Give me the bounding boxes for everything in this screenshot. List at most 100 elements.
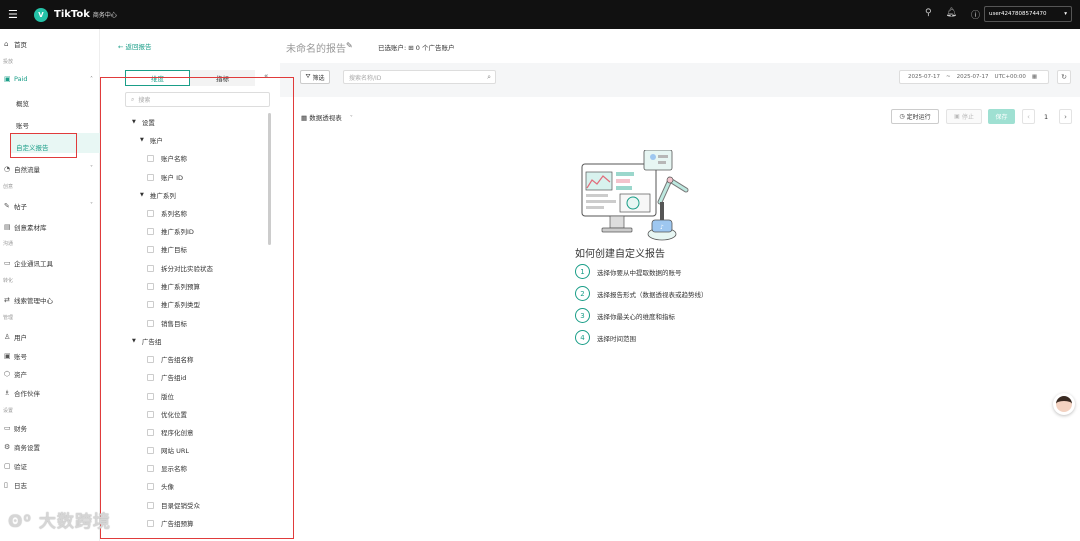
date-start: 2025-07-17	[908, 74, 940, 80]
back-to-reports-link[interactable]: ← 返回报告	[118, 41, 152, 51]
sidebar-item-finance[interactable]: ▭ 财务	[4, 423, 27, 433]
partner-icon: ♗	[4, 389, 11, 397]
brush-icon: ✎	[4, 202, 10, 210]
sidebar-item-overview[interactable]: 概览	[16, 98, 29, 108]
sidebar-item-business-settings[interactable]: ⚙ 商务设置	[4, 442, 40, 452]
svg-text:♪: ♪	[660, 224, 664, 231]
howto-title: 如何创建自定义报告	[575, 249, 665, 260]
sidebar-item-label: 首页	[14, 41, 27, 49]
sidebar-item-label: 资产	[14, 371, 27, 379]
report-title[interactable]: 未命名的报告	[286, 40, 346, 55]
chevron-left-icon: ‹	[1027, 112, 1030, 121]
date-end: 2025-07-17	[956, 74, 989, 80]
edit-icon[interactable]: ✎	[346, 41, 353, 50]
users-icon: ♙	[4, 333, 11, 341]
filter-label: 筛选	[312, 74, 325, 82]
sidebar-item-home[interactable]: ⌂ 首页	[4, 39, 27, 49]
sidebar-item-assets[interactable]: ⬡ 资产	[4, 369, 27, 379]
home-icon: ⌂	[4, 40, 9, 48]
top-bar: ☰ V TikTok 商务中心 ⚲ 🔔︎ ⓘ user4247808574470…	[0, 0, 1080, 29]
search-icon: ⌕	[487, 73, 491, 81]
sidebar-item-label: 合作伙伴	[14, 390, 40, 398]
clock-icon: ◷	[899, 113, 905, 120]
chevron-down-icon[interactable]: ˅	[90, 202, 93, 209]
selected-accounts[interactable]: 已选账户: ⊞ 0 个广告账户	[378, 42, 454, 52]
report-type-select[interactable]: ▦ 数据透视表 ˅	[301, 112, 353, 122]
chat-icon: ▭	[4, 259, 11, 267]
brand-subtitle: 商务中心	[92, 12, 117, 19]
next-page-button[interactable]: ›	[1059, 109, 1072, 124]
user-menu[interactable]: user4247808574470 ▾	[984, 6, 1072, 22]
date-range-picker[interactable]: 2025-07-17 ~ 2025-07-17 UTC+00:00 ▦	[899, 70, 1049, 84]
sidebar-item-paid[interactable]: ▣ Paid	[4, 75, 28, 83]
highlight-box-dimension-panel	[100, 77, 294, 539]
account-icon: ▣	[4, 352, 11, 360]
sidebar-group-label: 管理	[3, 315, 14, 321]
report-type-label: 数据透视表	[309, 114, 342, 122]
chevron-down-icon: ˅	[349, 114, 353, 122]
sidebar-item-logs[interactable]: ▯ 日志	[4, 480, 27, 490]
gear-icon: ⚙	[4, 443, 11, 451]
document-icon: ▯	[4, 481, 8, 489]
menu-icon[interactable]: ☰	[8, 8, 26, 21]
sidebar-item-label: 账号	[14, 353, 27, 361]
scheduled-run-button[interactable]: ◷ 定时运行	[891, 109, 939, 124]
sidebar-item-users[interactable]: ♙ 用户	[4, 332, 27, 342]
sidebar-item-posts[interactable]: ✎ 帖子	[4, 201, 27, 211]
sidebar-item-partners[interactable]: ♗ 合作伙伴	[4, 388, 40, 398]
stop-icon: ▣	[954, 113, 960, 120]
sidebar-item-verify[interactable]: ▢ 验证	[4, 461, 27, 471]
user-name: user4247808574470	[989, 11, 1047, 17]
step-item: 4 选择时间范围	[575, 330, 636, 345]
sidebar-item-creative-library[interactable]: ▤ 创意素材库	[4, 222, 47, 232]
watermark: ʘ⁰ 大数跨境	[8, 507, 111, 532]
support-avatar[interactable]	[1053, 393, 1075, 415]
watermark-logo-icon: ʘ⁰	[8, 512, 39, 532]
sidebar-item-leads-center[interactable]: ⇄ 线索管理中心	[4, 295, 53, 305]
brand-name: TikTok	[54, 9, 90, 20]
watermark-text: 大数跨境	[38, 512, 111, 532]
sidebar-group-label: 设置	[3, 408, 14, 414]
sidebar-item-accounts[interactable]: ▣ 账号	[4, 351, 27, 361]
sidebar-item-label: 帖子	[14, 203, 27, 211]
step-text: 选择你要从中提取数据的账号	[597, 268, 682, 277]
sidebar-item-label: Paid	[14, 75, 28, 83]
sidebar-item-organic[interactable]: ◔ 自然流量	[4, 164, 40, 174]
bell-icon[interactable]: 🔔︎	[946, 8, 957, 21]
sidebar-group-label: 转化	[3, 278, 14, 284]
help-icon[interactable]: ⓘ	[971, 8, 980, 21]
step-item: 2 选择报告形式（数据透视表或趋势线）	[575, 286, 708, 301]
account-logo[interactable]: V	[34, 7, 48, 22]
chevron-down-icon[interactable]: ˅	[90, 165, 93, 172]
refresh-button[interactable]: ↻	[1057, 70, 1071, 84]
stop-button[interactable]: ▣ 停止	[946, 109, 982, 124]
page-number: 1	[1044, 113, 1049, 121]
step-text: 选择报告形式（数据透视表或趋势线）	[597, 290, 708, 299]
card-icon: ▭	[4, 424, 11, 432]
chevron-right-icon: ›	[1064, 112, 1067, 121]
date-separator: ~	[945, 74, 951, 80]
save-button[interactable]: 保存	[988, 109, 1015, 124]
calendar-icon: ▦	[1031, 74, 1038, 80]
cube-icon: ⬡	[4, 370, 11, 378]
back-label: 返回报告	[125, 43, 152, 51]
prev-page-button[interactable]: ‹	[1022, 109, 1035, 124]
sidebar: ⌂ 首页 投放 ▣ Paid ˄ 概览 账号 自定义报告 ◔ 自然流量 ˅ 创意 ✎ 帖…	[0, 29, 100, 541]
sidebar-item-label: 自然流量	[14, 166, 40, 174]
leads-icon: ⇄	[4, 296, 10, 304]
step-number: 2	[575, 286, 590, 301]
location-icon[interactable]: ⚲	[925, 8, 932, 21]
report-main: 未命名的报告 ✎ 已选账户: ⊞ 0 个广告账户 ⛛ 筛选 搜索名称/ID ⌕ 20…	[280, 29, 1080, 541]
top-icons: ⚲ 🔔︎ ⓘ	[925, 8, 980, 21]
chevron-down-icon: ▾	[1064, 11, 1067, 17]
sidebar-item-enterprise-tool[interactable]: ▭ 企业通讯工具	[4, 258, 53, 268]
stop-label: 停止	[961, 114, 974, 121]
sidebar-group-label: 沟通	[3, 241, 14, 247]
sidebar-item-label: 日志	[14, 482, 27, 490]
filter-button[interactable]: ⛛ 筛选	[300, 70, 330, 84]
name-search-input[interactable]: 搜索名称/ID ⌕	[343, 70, 496, 84]
report-illustration: ♪	[581, 150, 689, 241]
chevron-up-icon[interactable]: ˄	[90, 76, 93, 83]
highlight-box-custom-report	[10, 133, 77, 158]
sidebar-item-account[interactable]: 账号	[16, 120, 29, 130]
